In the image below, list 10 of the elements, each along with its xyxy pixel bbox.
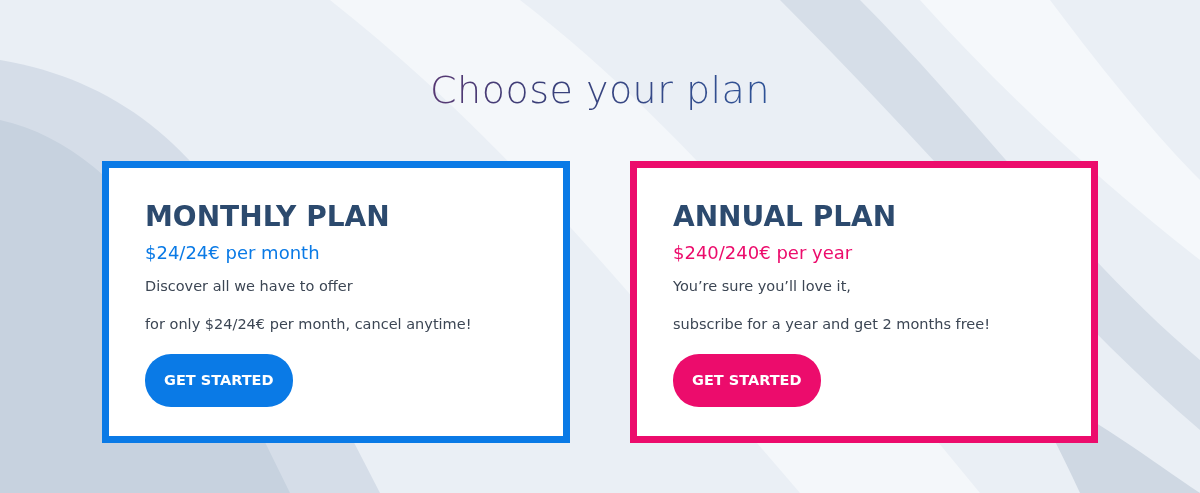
plan-price: $24/24€ per month [145, 241, 321, 266]
plan-title: MONTHLY PLAN [145, 199, 391, 234]
get-started-button[interactable]: GET STARTED [145, 353, 293, 408]
plan-price: $240/240€ per year [673, 241, 854, 266]
plan-title: ANNUAL PLAN [673, 199, 898, 234]
plan-description: You’re sure you’ll love it, [673, 277, 852, 297]
plan-description: subscribe for a year and get 2 months free! [673, 314, 991, 334]
plan-description: for only $24/24€ per month, cancel anytime! [145, 314, 473, 334]
get-started-button[interactable]: GET STARTED [673, 353, 821, 408]
plan-description: Discover all we have to offer [145, 277, 354, 297]
